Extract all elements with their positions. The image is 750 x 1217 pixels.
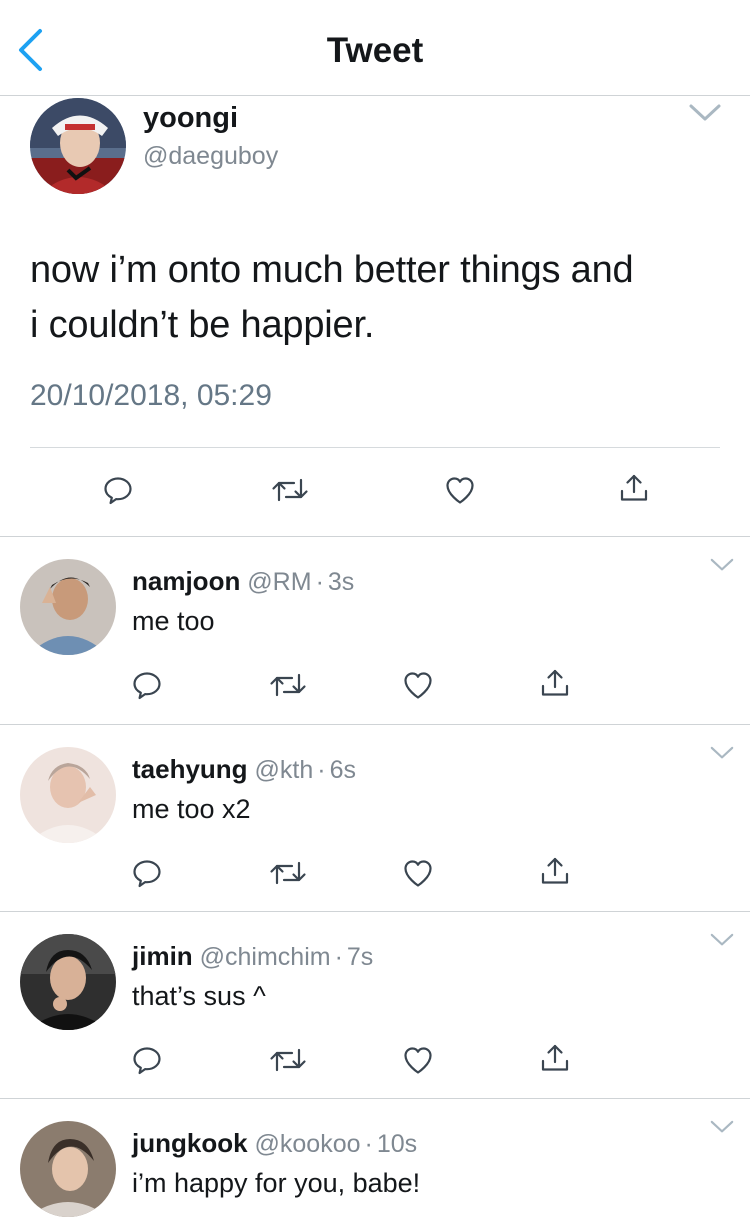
avatar[interactable]: [20, 934, 116, 1030]
like-icon[interactable]: [402, 857, 434, 889]
avatar[interactable]: [20, 1121, 116, 1217]
separator-dot: ·: [364, 1130, 373, 1158]
author-name[interactable]: yoongi: [143, 101, 238, 135]
reply-time: 6s: [329, 756, 356, 784]
reply-actions: [0, 853, 750, 893]
reply-tweet[interactable]: taehyung @kth · 6s me too x2: [0, 725, 750, 912]
author-handle[interactable]: @daeguboy: [143, 141, 278, 171]
reply-actions: [0, 1040, 750, 1080]
reply-header: taehyung @kth · 6s: [132, 753, 356, 786]
chevron-down-icon[interactable]: [708, 557, 736, 573]
reply-text: i’m happy for you, babe!: [132, 1168, 421, 1198]
reply-time: 10s: [376, 1130, 418, 1158]
like-icon[interactable]: [444, 474, 476, 506]
reply-icon[interactable]: [102, 474, 134, 506]
reply-text: that’s sus ^: [132, 981, 266, 1011]
reply-icon[interactable]: [131, 857, 163, 889]
chevron-down-icon[interactable]: [708, 1119, 736, 1135]
share-icon[interactable]: [539, 1042, 571, 1074]
separator-dot: ·: [334, 943, 343, 971]
reply-author-name[interactable]: jimin: [132, 941, 193, 971]
reply-icon[interactable]: [131, 1044, 163, 1076]
tweet-timestamp: 20/10/2018, 05:29: [30, 379, 272, 412]
tweet-actions: [0, 470, 750, 514]
separator-dot: ·: [315, 568, 324, 596]
reply-header: jungkook @kookoo · 10s: [132, 1127, 417, 1160]
tweet-text-line: i couldn’t be happier.: [30, 304, 375, 346]
share-icon[interactable]: [539, 855, 571, 887]
navigation-bar: Tweet: [0, 0, 750, 96]
avatar[interactable]: [20, 747, 116, 843]
reply-author-handle[interactable]: @RM: [247, 568, 311, 596]
reply-author-handle[interactable]: @kookoo: [255, 1130, 361, 1158]
reply-text: me too: [132, 606, 215, 636]
reply-tweet[interactable]: namjoon @RM · 3s me too: [0, 537, 750, 725]
reply-icon[interactable]: [131, 669, 163, 701]
tweet-text: now i’m onto much better things and i co…: [30, 243, 730, 353]
reply-author-name[interactable]: namjoon: [132, 566, 240, 596]
main-tweet: yoongi @daeguboy now i’m onto much bette…: [0, 95, 750, 537]
chevron-down-icon[interactable]: [708, 932, 736, 948]
retweet-icon[interactable]: [270, 474, 310, 506]
tweet-text-line: now i’m onto much better things and: [30, 249, 634, 291]
retweet-icon[interactable]: [268, 857, 308, 889]
reply-author-handle[interactable]: @chimchim: [200, 943, 331, 971]
like-icon[interactable]: [402, 669, 434, 701]
retweet-icon[interactable]: [268, 1044, 308, 1076]
share-icon[interactable]: [539, 667, 571, 699]
reply-tweet[interactable]: jimin @chimchim · 7s that’s sus ^: [0, 912, 750, 1099]
reply-time: 7s: [346, 943, 374, 971]
avatar[interactable]: [30, 98, 126, 194]
reply-header: jimin @chimchim · 7s: [132, 940, 373, 973]
share-icon[interactable]: [618, 472, 650, 504]
reply-tweet[interactable]: jungkook @kookoo · 10s i’m happy for you, …: [0, 1099, 750, 1217]
reply-author-handle[interactable]: @kth: [255, 756, 314, 784]
separator-dot: ·: [317, 756, 326, 784]
divider: [30, 447, 720, 448]
reply-text: me too x2: [132, 794, 251, 824]
reply-author-name[interactable]: taehyung: [132, 754, 248, 784]
retweet-icon[interactable]: [268, 669, 308, 701]
reply-author-name[interactable]: jungkook: [132, 1128, 248, 1158]
page-title: Tweet: [326, 31, 424, 70]
chevron-down-icon[interactable]: [708, 745, 736, 761]
chevron-down-icon[interactable]: [688, 102, 722, 124]
reply-header: namjoon @RM · 3s: [132, 565, 354, 598]
avatar[interactable]: [20, 559, 116, 655]
like-icon[interactable]: [402, 1044, 434, 1076]
reply-time: 3s: [327, 568, 355, 596]
reply-actions: [0, 665, 750, 705]
